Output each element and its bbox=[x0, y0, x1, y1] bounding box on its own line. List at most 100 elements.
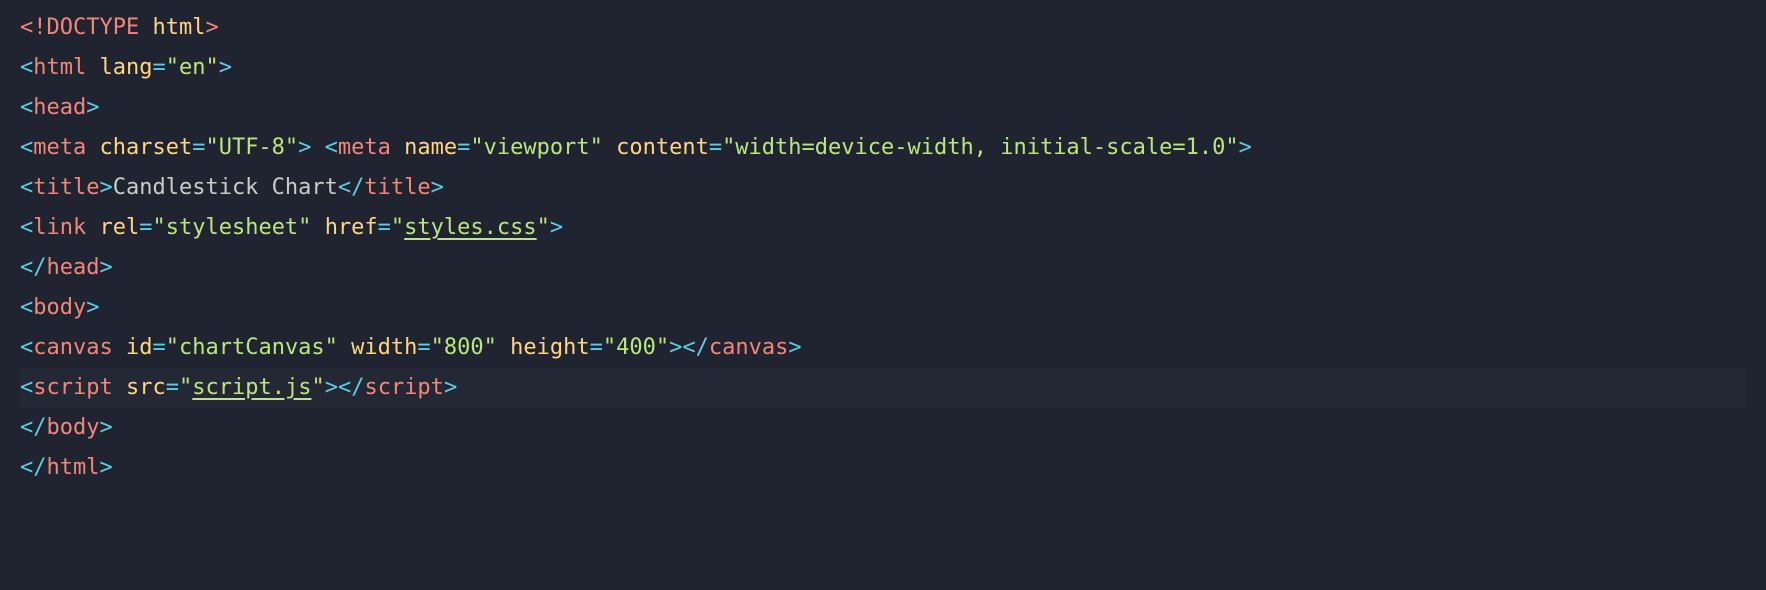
code-token: height bbox=[510, 335, 589, 360]
code-line-12[interactable]: </html> bbox=[20, 448, 1746, 488]
code-token: body bbox=[33, 295, 86, 320]
code-token: < bbox=[20, 295, 33, 320]
code-token: head bbox=[47, 255, 100, 280]
code-line-2[interactable]: <html lang="en"> bbox=[20, 48, 1746, 88]
code-token: meta bbox=[33, 135, 86, 160]
code-token bbox=[497, 335, 510, 360]
code-token: Candlestick Chart bbox=[113, 175, 338, 200]
code-line-6[interactable]: <link rel="stylesheet" href="styles.css"… bbox=[20, 208, 1746, 248]
code-line-8[interactable]: <body> bbox=[20, 288, 1746, 328]
code-token bbox=[603, 135, 616, 160]
code-token: "viewport" bbox=[470, 135, 602, 160]
code-token: lang bbox=[99, 55, 152, 80]
code-token bbox=[391, 135, 404, 160]
code-token: canvas bbox=[709, 335, 788, 360]
code-line-7[interactable]: </head> bbox=[20, 248, 1746, 288]
code-token: title bbox=[364, 175, 430, 200]
code-token bbox=[86, 215, 99, 240]
code-line-10[interactable]: <script src="script.js"></script> bbox=[20, 368, 1746, 408]
code-token: " bbox=[179, 375, 192, 400]
code-token: = bbox=[417, 335, 430, 360]
code-line-4[interactable]: <meta charset="UTF-8"> <meta name="viewp… bbox=[20, 128, 1746, 168]
code-token: > bbox=[86, 95, 99, 120]
code-token: = bbox=[166, 375, 179, 400]
code-token: > bbox=[444, 375, 457, 400]
code-token: "stylesheet" bbox=[152, 215, 311, 240]
code-token: > bbox=[86, 295, 99, 320]
code-token: content bbox=[616, 135, 709, 160]
code-token: > bbox=[99, 415, 112, 440]
code-token: > bbox=[99, 175, 112, 200]
code-token: body bbox=[47, 415, 100, 440]
code-token: width bbox=[351, 335, 417, 360]
code-token: > bbox=[298, 135, 311, 160]
code-line-3[interactable]: <head> bbox=[20, 88, 1746, 128]
code-token: html bbox=[33, 55, 86, 80]
code-token: < bbox=[20, 335, 33, 360]
code-line-5[interactable]: <title>Candlestick Chart</title> bbox=[20, 168, 1746, 208]
code-token bbox=[311, 135, 324, 160]
code-token: "en" bbox=[166, 55, 219, 80]
code-token: href bbox=[325, 215, 378, 240]
code-token: " bbox=[311, 375, 324, 400]
code-token: > bbox=[1239, 135, 1252, 160]
code-token: <! bbox=[20, 15, 47, 40]
code-token bbox=[139, 15, 152, 40]
code-token: charset bbox=[99, 135, 192, 160]
code-line-9[interactable]: <canvas id="chartCanvas" width="800" hei… bbox=[20, 328, 1746, 368]
code-token: script.js bbox=[192, 375, 311, 400]
code-token: > bbox=[669, 335, 682, 360]
code-token: script bbox=[364, 375, 443, 400]
code-token: "800" bbox=[431, 335, 497, 360]
code-token: "chartCanvas" bbox=[166, 335, 338, 360]
code-token: DOCTYPE bbox=[47, 15, 140, 40]
code-line-1[interactable]: <!DOCTYPE html> bbox=[20, 8, 1746, 48]
code-token: = bbox=[590, 335, 603, 360]
code-token: = bbox=[152, 55, 165, 80]
code-token: = bbox=[709, 135, 722, 160]
code-token: name bbox=[404, 135, 457, 160]
code-token: < bbox=[20, 375, 33, 400]
code-token: < bbox=[20, 55, 33, 80]
code-token bbox=[113, 335, 126, 360]
code-token: < bbox=[325, 135, 338, 160]
code-token bbox=[311, 215, 324, 240]
code-token: < bbox=[20, 135, 33, 160]
code-editor[interactable]: <!DOCTYPE html><html lang="en"><head><me… bbox=[0, 0, 1766, 496]
code-token: > bbox=[219, 55, 232, 80]
code-token: script bbox=[33, 375, 112, 400]
code-token: " bbox=[391, 215, 404, 240]
code-token bbox=[86, 55, 99, 80]
code-token: </ bbox=[20, 415, 47, 440]
code-token: > bbox=[205, 15, 218, 40]
code-token: html bbox=[152, 15, 205, 40]
code-token: = bbox=[378, 215, 391, 240]
code-token: < bbox=[20, 95, 33, 120]
code-token: link bbox=[33, 215, 86, 240]
code-token: </ bbox=[338, 175, 365, 200]
code-token: > bbox=[550, 215, 563, 240]
code-token bbox=[338, 335, 351, 360]
code-token: canvas bbox=[33, 335, 112, 360]
code-token: = bbox=[457, 135, 470, 160]
code-token: src bbox=[126, 375, 166, 400]
code-token: = bbox=[192, 135, 205, 160]
code-token: = bbox=[139, 215, 152, 240]
code-token: "width=device-width, initial-scale=1.0" bbox=[722, 135, 1239, 160]
code-line-11[interactable]: </body> bbox=[20, 408, 1746, 448]
code-token: " bbox=[537, 215, 550, 240]
code-token: title bbox=[33, 175, 99, 200]
code-token: meta bbox=[338, 135, 391, 160]
code-token: styles.css bbox=[404, 215, 536, 240]
code-token: < bbox=[20, 215, 33, 240]
code-token bbox=[86, 135, 99, 160]
code-token: < bbox=[20, 175, 33, 200]
code-token: "400" bbox=[603, 335, 669, 360]
code-token: html bbox=[47, 455, 100, 480]
code-token: </ bbox=[20, 255, 47, 280]
code-token: > bbox=[431, 175, 444, 200]
code-token: </ bbox=[682, 335, 709, 360]
code-token: head bbox=[33, 95, 86, 120]
code-token: </ bbox=[338, 375, 365, 400]
code-token: > bbox=[99, 255, 112, 280]
